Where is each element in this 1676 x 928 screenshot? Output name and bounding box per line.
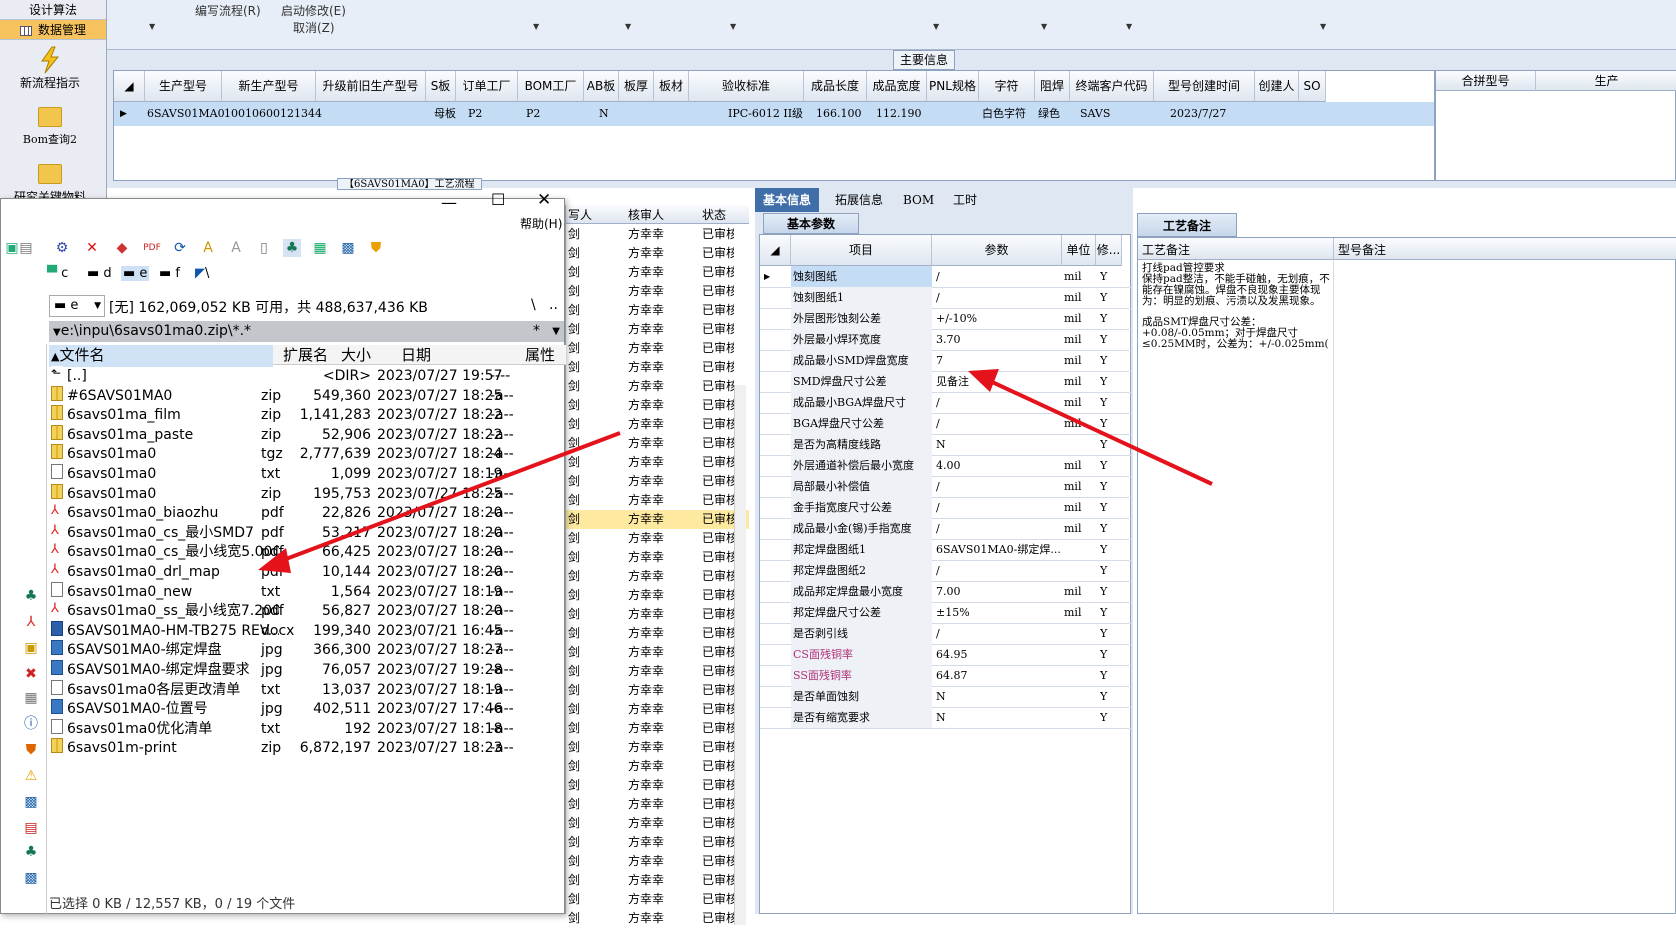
arrowhead: [258, 548, 291, 573]
arrow-to-file: [277, 431, 621, 564]
arrowhead: [968, 369, 999, 392]
annotation-arrows: [258, 369, 1213, 573]
arrow-to-param: [989, 379, 1213, 486]
